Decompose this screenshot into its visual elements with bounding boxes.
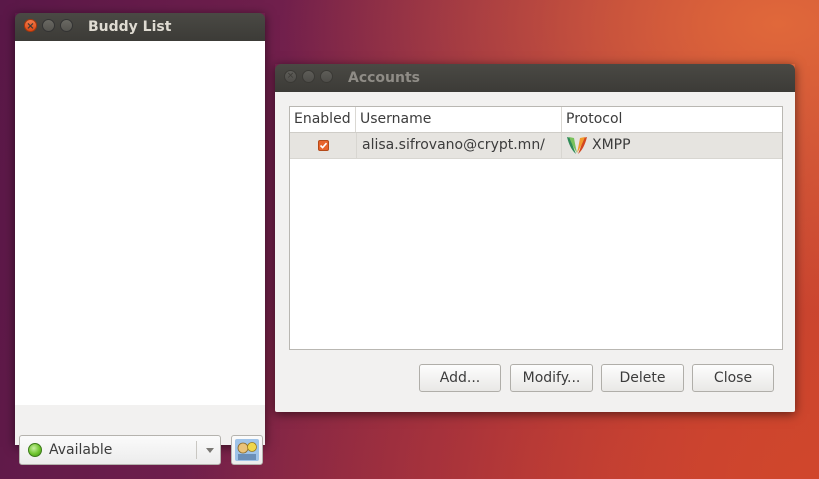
window-title: Buddy List bbox=[88, 19, 172, 35]
close-window-button[interactable]: × bbox=[24, 19, 37, 32]
protocol-label: XMPP bbox=[592, 137, 631, 153]
close-button[interactable]: Close bbox=[692, 364, 774, 392]
window-title: Accounts bbox=[348, 70, 421, 86]
accounts-window: × Accounts Enabled Username Protocol ali… bbox=[275, 64, 795, 412]
column-header-username[interactable]: Username bbox=[356, 107, 562, 132]
enabled-cell bbox=[290, 133, 357, 158]
available-status-icon bbox=[28, 443, 42, 457]
username-cell: alisa.sifrovano@crypt.mn/ bbox=[356, 133, 562, 158]
combo-separator bbox=[196, 441, 197, 459]
minimize-window-button[interactable] bbox=[302, 70, 315, 83]
buddy-icon-button[interactable] bbox=[231, 435, 263, 465]
buddy-list-window: × Buddy List Available bbox=[15, 13, 265, 465]
xmpp-icon bbox=[567, 137, 587, 154]
accounts-table: Enabled Username Protocol alisa.sifrovan… bbox=[289, 106, 783, 350]
status-selector[interactable]: Available bbox=[19, 435, 221, 465]
column-header-protocol[interactable]: Protocol bbox=[562, 107, 782, 132]
maximize-window-button[interactable] bbox=[60, 19, 73, 32]
add-account-button[interactable]: Add... bbox=[419, 364, 501, 392]
buddy-icon bbox=[235, 439, 259, 461]
delete-account-button[interactable]: Delete bbox=[601, 364, 684, 392]
table-header: Enabled Username Protocol bbox=[290, 107, 782, 133]
chevron-down-icon bbox=[206, 448, 214, 453]
enabled-checkbox[interactable] bbox=[318, 140, 329, 151]
close-window-button[interactable]: × bbox=[284, 70, 297, 83]
accounts-titlebar[interactable]: × Accounts bbox=[275, 64, 795, 92]
buddy-list-area[interactable] bbox=[15, 41, 265, 405]
protocol-cell: XMPP bbox=[562, 133, 782, 158]
column-header-enabled[interactable]: Enabled bbox=[290, 107, 356, 132]
buddy-list-titlebar[interactable]: × Buddy List bbox=[15, 13, 265, 41]
modify-account-button[interactable]: Modify... bbox=[510, 364, 593, 392]
check-icon bbox=[319, 142, 328, 149]
table-row[interactable]: alisa.sifrovano@crypt.mn/ XMPP bbox=[290, 133, 782, 159]
status-label: Available bbox=[49, 442, 113, 458]
minimize-window-button[interactable] bbox=[42, 19, 55, 32]
maximize-window-button[interactable] bbox=[320, 70, 333, 83]
